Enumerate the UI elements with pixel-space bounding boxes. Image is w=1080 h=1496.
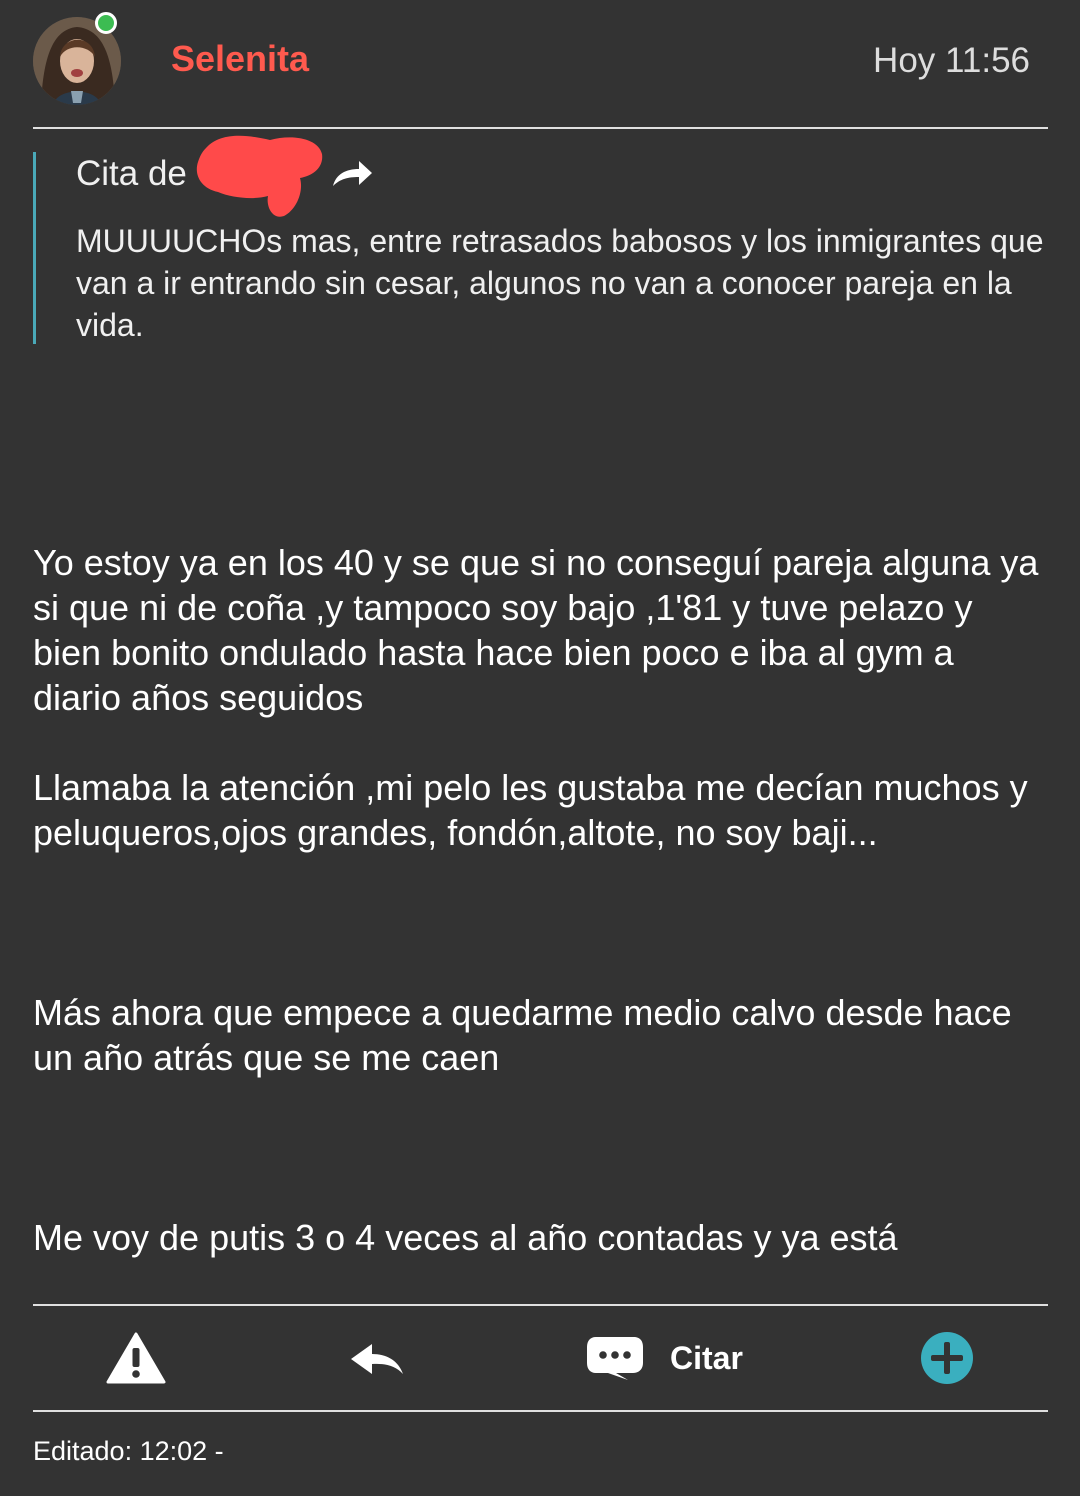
reply-button[interactable] bbox=[348, 1306, 406, 1410]
username[interactable]: Selenita bbox=[171, 38, 309, 80]
more-options-button[interactable] bbox=[920, 1306, 974, 1410]
edited-timestamp: Editado: 12:02 - bbox=[33, 1436, 224, 1466]
quote-text: MUUUUCHOs mas, entre retrasados babosos … bbox=[76, 223, 1044, 343]
reply-icon bbox=[351, 1344, 403, 1374]
post-paragraph: Llamaba la atención ,mi pelo les gustaba… bbox=[33, 767, 1028, 853]
header-divider bbox=[33, 127, 1048, 129]
post-paragraph: Más ahora que empece a quedarme medio ca… bbox=[33, 992, 1012, 1078]
speech-bubble-icon bbox=[587, 1337, 643, 1380]
warning-icon bbox=[106, 1332, 166, 1384]
quote-block: Cita de MUUUUCHOs mas, entre retrasados … bbox=[33, 152, 1046, 344]
go-to-quote-arrow-icon[interactable] bbox=[330, 158, 374, 190]
post-timestamp: Hoy 11:56 bbox=[873, 41, 1030, 80]
actions-bottom-divider bbox=[33, 1410, 1048, 1412]
quote-button-label: Citar bbox=[670, 1339, 743, 1376]
post-paragraph: Me voy de putis 3 o 4 veces al año conta… bbox=[33, 1217, 898, 1258]
post-header: Selenita Hoy 11:56 bbox=[0, 0, 1080, 128]
quote-prefix: Cita de bbox=[76, 154, 187, 193]
redaction-scribble bbox=[196, 135, 323, 217]
post-actions-bar: Citar bbox=[0, 1306, 1080, 1410]
online-status-indicator bbox=[95, 12, 117, 34]
quote-button[interactable]: Citar bbox=[586, 1306, 743, 1410]
plus-circle-icon bbox=[921, 1332, 973, 1384]
post-paragraph: Yo estoy ya en los 40 y se que si no con… bbox=[33, 542, 1039, 718]
report-button[interactable] bbox=[106, 1306, 166, 1410]
